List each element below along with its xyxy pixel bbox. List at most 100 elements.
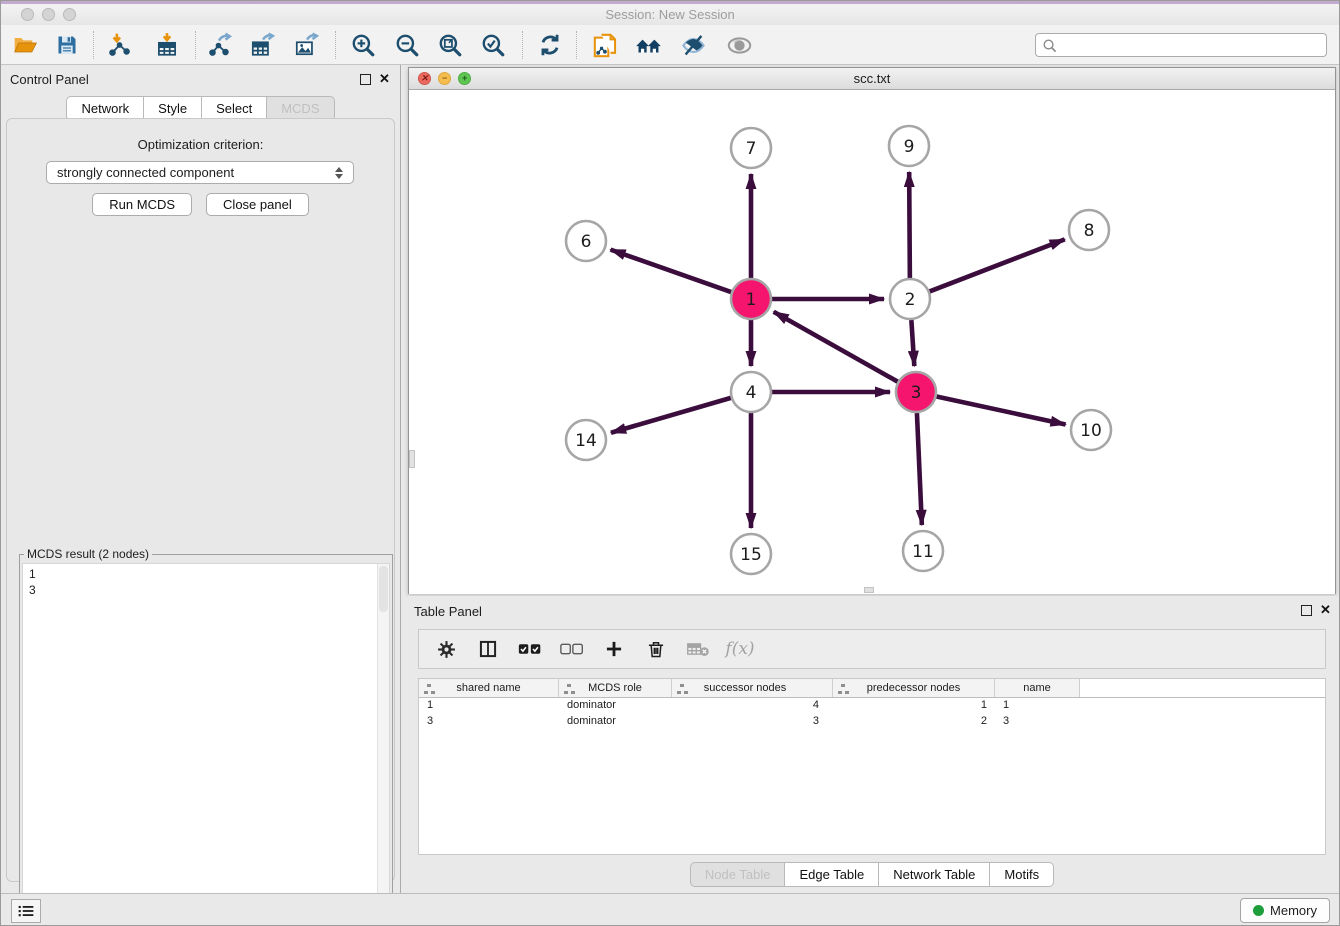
search-field[interactable] bbox=[1035, 33, 1327, 57]
export-image-icon[interactable] bbox=[290, 30, 322, 60]
close-network-icon[interactable]: ✕ bbox=[418, 72, 431, 85]
refresh-network-icon[interactable] bbox=[534, 30, 566, 60]
memory-status-button[interactable]: Memory bbox=[1240, 898, 1330, 923]
export-table-icon[interactable] bbox=[246, 30, 278, 60]
maximize-network-icon[interactable]: + bbox=[458, 72, 471, 85]
table-cell[interactable]: 3 bbox=[672, 714, 833, 730]
close-window-button[interactable] bbox=[21, 8, 34, 21]
zoom-out-icon[interactable] bbox=[391, 30, 423, 60]
table-cell[interactable]: dominator bbox=[559, 714, 672, 730]
titlebar: Session: New Session bbox=[1, 4, 1339, 25]
network-window-title: scc.txt bbox=[854, 71, 891, 86]
split-table-icon[interactable] bbox=[475, 636, 501, 662]
graph-edge-2-9[interactable] bbox=[909, 172, 910, 278]
show-graphics-details-icon[interactable] bbox=[723, 30, 755, 60]
column-type-icon bbox=[838, 684, 849, 694]
import-network-icon[interactable] bbox=[103, 30, 135, 60]
delete-table-icon[interactable] bbox=[685, 636, 711, 662]
tab-node-table[interactable]: Node Table bbox=[690, 862, 786, 887]
control-panel: Control Panel ✕ Network Style Select MCD… bbox=[1, 65, 401, 893]
float-table-panel-icon[interactable] bbox=[1301, 605, 1312, 616]
save-session-icon[interactable] bbox=[51, 30, 83, 60]
node-table[interactable]: shared nameMCDS rolesuccessor nodesprede… bbox=[418, 678, 1326, 855]
column-header-predecessor-nodes[interactable]: predecessor nodes bbox=[833, 679, 995, 697]
graph-node-label-8: 8 bbox=[1084, 221, 1095, 241]
bottom-splitter-handle[interactable] bbox=[864, 587, 874, 593]
table-cell[interactable]: dominator bbox=[559, 698, 672, 714]
zoom-fit-icon[interactable] bbox=[434, 30, 466, 60]
network-window-titlebar[interactable]: ✕ − + scc.txt bbox=[409, 68, 1335, 90]
home-view-icon[interactable] bbox=[633, 30, 665, 60]
close-panel-icon[interactable]: ✕ bbox=[379, 71, 390, 87]
result-scrollbar[interactable] bbox=[377, 564, 389, 921]
zoom-selected-icon[interactable] bbox=[477, 30, 509, 60]
float-panel-icon[interactable] bbox=[360, 74, 371, 85]
zoom-window-button[interactable] bbox=[63, 8, 76, 21]
deselect-all-rows-icon[interactable] bbox=[559, 636, 585, 662]
minimize-window-button[interactable] bbox=[42, 8, 55, 21]
tab-edge-table[interactable]: Edge Table bbox=[785, 862, 879, 887]
table-cell[interactable]: 3 bbox=[995, 714, 1080, 730]
close-panel-button[interactable]: Close panel bbox=[206, 193, 309, 216]
network-canvas[interactable]: 1234678910111415 bbox=[409, 90, 1335, 594]
column-header-shared-name[interactable]: shared name bbox=[419, 679, 559, 697]
zoom-in-icon[interactable] bbox=[347, 30, 379, 60]
close-table-panel-icon[interactable]: ✕ bbox=[1320, 602, 1331, 618]
column-header-MCDS-role[interactable]: MCDS role bbox=[559, 679, 672, 697]
mcds-result-box: MCDS result (2 nodes) 1 3 bbox=[19, 547, 393, 925]
tab-motifs[interactable]: Motifs bbox=[990, 862, 1054, 887]
select-all-rows-icon[interactable] bbox=[517, 636, 543, 662]
control-panel-title: Control Panel bbox=[10, 72, 89, 87]
window-controls-inactive[interactable] bbox=[21, 8, 76, 21]
table-row[interactable]: 1dominator411 bbox=[419, 698, 1325, 714]
graph-edge-3-1[interactable] bbox=[774, 312, 898, 382]
table-settings-icon[interactable] bbox=[433, 636, 459, 662]
table-panel-title: Table Panel bbox=[414, 604, 482, 619]
table-header-row[interactable]: shared nameMCDS rolesuccessor nodesprede… bbox=[419, 679, 1325, 698]
graph-node-label-15: 15 bbox=[740, 545, 762, 565]
task-history-button[interactable] bbox=[11, 899, 41, 923]
table-cell[interactable]: 1 bbox=[995, 698, 1080, 714]
import-table-icon[interactable] bbox=[151, 30, 183, 60]
column-type-icon bbox=[424, 684, 435, 694]
graph-edge-3-11[interactable] bbox=[917, 413, 922, 525]
mcds-result-area[interactable]: 1 3 bbox=[22, 563, 390, 922]
graph-edge-3-10[interactable] bbox=[937, 396, 1066, 424]
column-type-icon bbox=[677, 684, 688, 694]
table-cell[interactable]: 3 bbox=[419, 714, 559, 730]
criterion-dropdown[interactable]: strongly connected component bbox=[46, 161, 354, 184]
graph-node-label-3: 3 bbox=[911, 383, 922, 403]
minimize-network-icon[interactable]: − bbox=[438, 72, 451, 85]
run-mcds-button[interactable]: Run MCDS bbox=[92, 193, 192, 216]
table-row[interactable]: 3dominator323 bbox=[419, 714, 1325, 730]
table-cell[interactable]: 4 bbox=[672, 698, 833, 714]
table-cell[interactable]: 1 bbox=[833, 698, 995, 714]
toolbar-divider bbox=[335, 31, 336, 59]
tab-network-table[interactable]: Network Table bbox=[879, 862, 990, 887]
search-input[interactable] bbox=[1061, 38, 1320, 52]
graph-edge-2-8[interactable] bbox=[930, 239, 1065, 291]
control-panel-header: Control Panel ✕ bbox=[1, 65, 400, 91]
toolbar-divider bbox=[195, 31, 196, 59]
table-body[interactable]: 1dominator4113dominator323 bbox=[419, 698, 1325, 730]
mcds-result-title: MCDS result (2 nodes) bbox=[24, 547, 152, 561]
delete-columns-icon[interactable] bbox=[643, 636, 669, 662]
graph-node-label-4: 4 bbox=[746, 383, 757, 403]
column-header-successor-nodes[interactable]: successor nodes bbox=[672, 679, 833, 697]
table-cell[interactable]: 2 bbox=[833, 714, 995, 730]
export-network-icon[interactable] bbox=[203, 30, 235, 60]
hide-graphics-details-icon[interactable] bbox=[677, 30, 709, 60]
table-panel-header: Table Panel ✕ bbox=[408, 596, 1336, 622]
duplicate-network-icon[interactable] bbox=[589, 30, 621, 60]
left-splitter-handle[interactable] bbox=[409, 450, 415, 468]
graph-edge-2-3[interactable] bbox=[911, 320, 914, 366]
open-session-icon[interactable] bbox=[9, 30, 41, 60]
dropdown-stepper-icon bbox=[335, 167, 343, 179]
graph-edge-1-6[interactable] bbox=[611, 250, 732, 292]
table-cell[interactable]: 1 bbox=[419, 698, 559, 714]
add-column-icon[interactable] bbox=[601, 636, 627, 662]
graph-edge-4-14[interactable] bbox=[611, 398, 731, 433]
mcds-result-line: 3 bbox=[29, 582, 383, 598]
function-builder-icon[interactable]: f(x) bbox=[727, 636, 753, 662]
column-header-name[interactable]: name bbox=[995, 679, 1080, 697]
